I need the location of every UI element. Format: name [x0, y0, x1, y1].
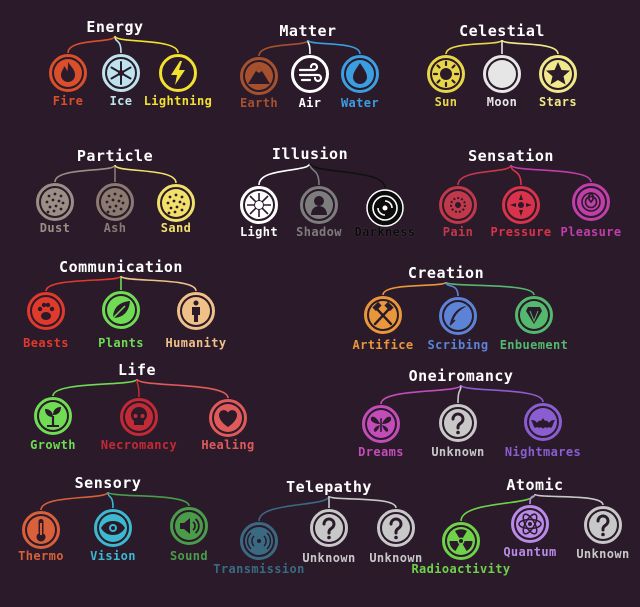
connector-line	[52, 378, 138, 397]
connector-line	[258, 495, 330, 522]
connector-line	[114, 35, 179, 54]
connector-line	[136, 378, 140, 398]
connector-line	[258, 162, 311, 186]
connector-line	[457, 164, 512, 186]
connector-line	[258, 39, 309, 57]
connector-line	[460, 493, 536, 522]
schools-of-magic-diagram: Energy Fire Ice Lightning Matter Earth Air Wate…	[0, 0, 640, 607]
connector-line	[309, 162, 386, 189]
connector-lines	[40, 35, 604, 522]
connector-line	[54, 164, 116, 183]
connector-line	[380, 384, 462, 405]
connector-line	[529, 493, 536, 505]
connector-line	[114, 164, 177, 184]
connector-line	[501, 39, 559, 55]
connector-line	[445, 281, 535, 296]
connector-line	[107, 491, 190, 507]
connector-line	[40, 491, 109, 511]
connector-line	[534, 493, 604, 506]
connector-line	[307, 39, 361, 55]
connector-line	[460, 384, 544, 403]
connector-line	[67, 35, 116, 54]
connector-line	[445, 39, 503, 55]
connector-line	[382, 281, 447, 296]
connector-line	[136, 378, 229, 399]
connector-line	[120, 275, 197, 292]
connector-line	[328, 495, 397, 509]
connector-line	[45, 275, 122, 292]
connector-line	[510, 164, 592, 183]
